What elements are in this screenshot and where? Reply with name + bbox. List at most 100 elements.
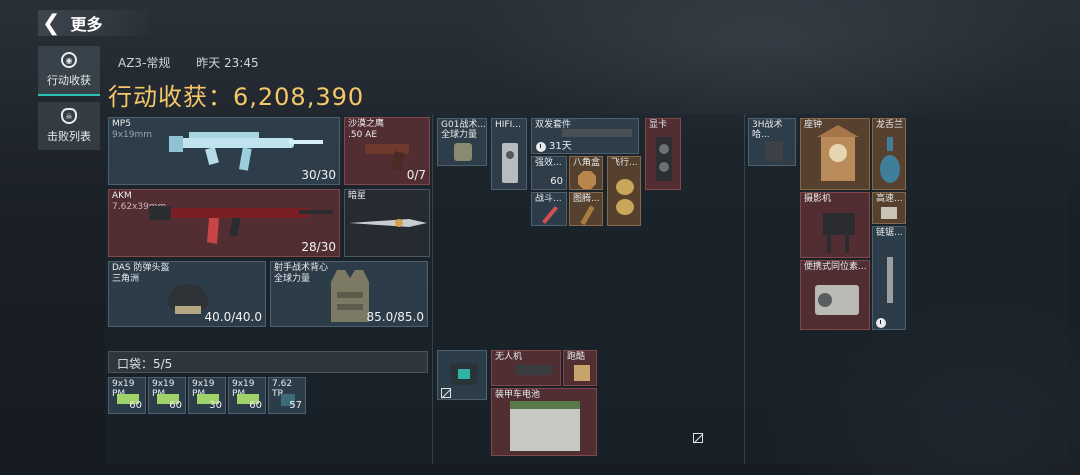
pocket-item[interactable]: 9x19 PM 60: [228, 377, 266, 414]
pocket-item[interactable]: 7.62 TR 57: [268, 377, 306, 414]
loot-item[interactable]: 座钟: [800, 118, 870, 190]
paper-icon: [574, 365, 590, 381]
target-icon: ◉: [61, 52, 77, 68]
tab-operation-harvest[interactable]: ◉ 行动收获: [38, 46, 100, 96]
item-name: G01战术... 全球力量: [441, 120, 487, 140]
item-name: 链锯...: [876, 228, 903, 238]
backpack-item[interactable]: 无人机: [491, 350, 561, 386]
loot-item[interactable]: 高速...: [872, 192, 906, 224]
chainsaw-icon: [887, 257, 893, 303]
pocket-item[interactable]: 9x19 PM 60: [108, 377, 146, 414]
loot-item[interactable]: 强效... 60: [531, 156, 567, 190]
back-button[interactable]: ❮ 更多: [38, 10, 148, 36]
clock-icon: [876, 318, 886, 328]
ammo-count: 28/30: [301, 240, 336, 254]
item-name: 显卡: [649, 120, 668, 130]
divider: [432, 114, 433, 464]
item-timer: 31天: [549, 141, 572, 152]
camera-icon: [823, 213, 855, 253]
helmet-slot[interactable]: DAS 防弹头盔 三角洲 40.0/40.0: [108, 261, 266, 327]
weapon-name: AKM: [112, 191, 132, 201]
tab-label: 击败列表: [47, 130, 91, 143]
loot-item[interactable]: HIFI...: [491, 118, 527, 190]
item-count: 30: [209, 400, 222, 411]
harvest-total: 行动收获：6,208,390: [108, 83, 365, 111]
syringe-icon: [542, 206, 558, 224]
match-meta: AZ3-常规 昨天 23:45: [118, 54, 281, 71]
backpack-item[interactable]: 装甲车电池: [491, 388, 597, 456]
loot-item[interactable]: 双发套件 31天: [531, 118, 639, 154]
loot-item[interactable]: 链锯...: [872, 226, 906, 330]
helmet-name: DAS 防弹头盔: [112, 263, 170, 273]
item-name: 龙舌兰: [876, 120, 904, 130]
smg-icon: [169, 132, 323, 171]
item-name: 跑酷: [567, 352, 586, 362]
clock-icon: [536, 142, 546, 152]
match-time: 昨天 23:45: [196, 56, 259, 70]
tab-label: 行动收获: [47, 74, 91, 87]
loot-item[interactable]: 3H战术 哈...: [748, 118, 796, 166]
item-name: 八角盒: [573, 158, 601, 168]
no-insure-icon: [441, 388, 451, 398]
octagon-box-icon: [578, 171, 596, 189]
match-mode: AZ3-常规: [118, 56, 171, 70]
tactical-rig-icon: [765, 141, 783, 161]
barrel-kit-icon: [562, 129, 632, 137]
gpu-icon: [656, 137, 672, 181]
loot-item[interactable]: G01战术... 全球力量: [437, 118, 487, 166]
loot-item[interactable]: 飞行...: [607, 156, 641, 226]
loot-item[interactable]: 图腾...: [569, 192, 603, 226]
vest-slot[interactable]: 射手战术背心 全球力量 85.0/85.0: [270, 261, 428, 327]
weapon-slot-primary2[interactable]: AKM 7.62x39mm 28/30: [108, 189, 340, 257]
no-insure-icon: [693, 433, 703, 443]
weapon-caliber: 9x19mm: [112, 130, 153, 140]
loot-item[interactable]: 便携式同位素...: [800, 260, 870, 330]
ammo-count: 30/30: [301, 168, 336, 182]
divider: [744, 114, 745, 464]
weapon-caliber: .50 AE: [348, 130, 378, 140]
backpack-item[interactable]: 跑酷: [563, 350, 597, 386]
pocket-header: 口袋：5/5: [108, 351, 428, 373]
melee-slot[interactable]: 暗星: [344, 189, 703, 443]
ammo-count: 0/7: [406, 168, 426, 182]
loot-item[interactable]: 摄影机: [800, 192, 870, 258]
item-name: HIFI...: [495, 120, 521, 130]
melee-name: 暗星: [348, 191, 367, 201]
skull-icon: ☠: [61, 108, 77, 124]
pocket-item[interactable]: 9x19 PM 60: [148, 377, 186, 414]
loot-item[interactable]: 龙舌兰: [872, 118, 906, 190]
helmet-durability: 40.0/40.0: [204, 310, 262, 324]
helmet-sub: 三角洲: [112, 274, 140, 284]
item-count: 60: [249, 400, 262, 411]
knife-icon: [349, 219, 427, 227]
item-name: 强效...: [535, 158, 562, 168]
chevron-left-icon: ❮: [42, 10, 61, 36]
pocket-item[interactable]: 9x19 PM 30: [188, 377, 226, 414]
loot-item[interactable]: 显卡: [645, 118, 681, 190]
item-count: 60: [129, 400, 142, 411]
weapon-name: MP5: [112, 119, 131, 129]
audio-device-icon: [502, 143, 518, 183]
vest-name: 射手战术背心: [274, 263, 329, 273]
item-name: 图腾...: [573, 194, 600, 204]
vest-icon: [331, 270, 369, 322]
tab-kill-list[interactable]: ☠ 击败列表: [38, 102, 100, 150]
weapon-slot-pistol[interactable]: 沙漠之鹰 .50 AE 0/7: [344, 117, 430, 185]
pouch-icon: [454, 143, 472, 161]
vest-durability: 85.0/85.0: [366, 310, 424, 324]
isotope-device-icon: [815, 285, 859, 315]
first-aid-icon: [450, 363, 478, 385]
weapon-name: 沙漠之鹰: [348, 119, 385, 129]
battery-icon: [510, 401, 580, 451]
aviator-glasses-icon: [616, 179, 634, 215]
item-name: 3H战术 哈...: [752, 120, 783, 140]
item-count: 57: [289, 400, 302, 411]
item-count: 60: [169, 400, 182, 411]
loot-item[interactable]: 八角盒: [569, 156, 603, 190]
drone-icon: [516, 365, 552, 375]
vest-sub: 全球力量: [274, 274, 311, 284]
tequila-bottle-icon: [880, 137, 900, 183]
weapon-slot-primary1[interactable]: MP5 9x19mm 30/30: [108, 117, 340, 185]
loot-item[interactable]: 战斗...: [531, 192, 567, 226]
backpack-item[interactable]: [437, 350, 487, 400]
